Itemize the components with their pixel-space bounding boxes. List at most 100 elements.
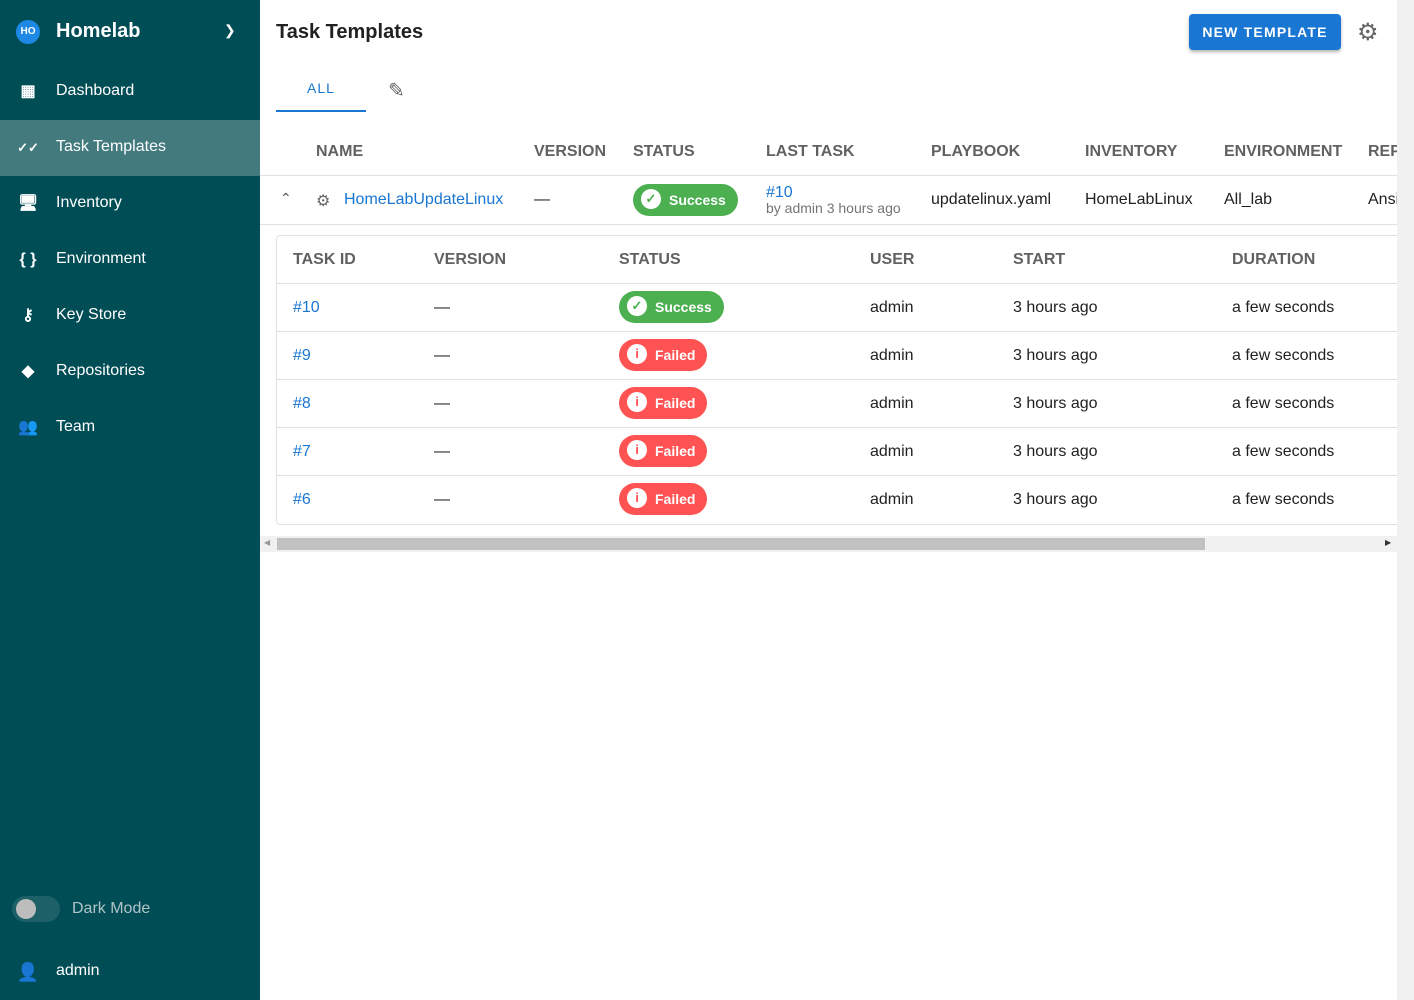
status-badge: i Failed — [619, 483, 708, 515]
info-icon: i — [627, 392, 647, 413]
info-icon: i — [627, 440, 647, 461]
task-duration: a few seconds — [1232, 491, 1335, 508]
task-version: — — [434, 395, 450, 412]
sidebar-item-label: Dashboard — [56, 82, 135, 99]
task-column-header[interactable]: TASK ID — [293, 251, 356, 269]
dashboard-icon: ▦ — [20, 83, 36, 100]
tab-all[interactable]: ALL — [276, 66, 366, 112]
scrollbar-thumb[interactable] — [277, 538, 1205, 550]
divider — [277, 427, 1397, 428]
template-name-link[interactable]: HomeLabUpdateLinux — [344, 191, 503, 209]
task-id-link[interactable]: #7 — [293, 443, 311, 461]
scroll-left-icon[interactable]: ◀ — [264, 538, 270, 547]
git-icon: ◆ — [21, 363, 35, 380]
sidebar-item-label: Task Templates — [56, 138, 166, 155]
task-user: admin — [870, 443, 914, 460]
divider — [260, 224, 1397, 225]
user-name: admin — [56, 962, 100, 979]
task-duration: a few seconds — [1232, 347, 1335, 364]
divider — [277, 379, 1397, 380]
user-menu[interactable]: 👤 admin — [0, 944, 260, 1000]
status-text: Failed — [655, 347, 696, 363]
task-id-link[interactable]: #10 — [293, 299, 320, 317]
sidebar-item-repositories[interactable]: ◆ Repositories — [0, 344, 260, 400]
task-column-header[interactable]: STATUS — [619, 251, 681, 269]
new-template-button[interactable]: NEW TEMPLATE — [1189, 14, 1341, 50]
task-version: — — [434, 347, 450, 364]
status-badge: i Failed — [619, 339, 708, 371]
task-id-link[interactable]: #6 — [293, 491, 311, 509]
status-text: Failed — [655, 491, 696, 507]
task-column-header[interactable]: START — [1013, 251, 1065, 269]
info-icon: i — [627, 344, 647, 365]
inventory: HomeLabLinux — [1085, 191, 1193, 208]
column-header[interactable]: VERSION — [534, 143, 606, 161]
sidebar-item-label: Environment — [56, 250, 146, 267]
gear-icon[interactable]: ⚙ — [1357, 18, 1379, 47]
sidebar: HO Homelab ❯ ▦ Dashboard ✓✓ Task Templat… — [0, 0, 260, 1000]
task-column-header[interactable]: DURATION — [1232, 251, 1315, 269]
task-column-header[interactable]: USER — [870, 251, 914, 269]
sidebar-item-environment[interactable]: { } Environment — [0, 232, 260, 288]
column-header[interactable]: ENVIRONMENT — [1224, 143, 1342, 161]
sidebar-item-team[interactable]: 👥 Team — [0, 400, 260, 456]
column-header[interactable]: INVENTORY — [1085, 143, 1177, 161]
status-text: Success — [655, 299, 712, 315]
task-version: — — [434, 491, 450, 508]
key-icon: ⚷ — [22, 307, 34, 324]
column-header[interactable]: NAME — [316, 143, 363, 161]
sidebar-item-label: Key Store — [56, 306, 127, 323]
column-header[interactable]: REP — [1368, 143, 1397, 161]
task-id-link[interactable]: #8 — [293, 395, 311, 413]
sidebar-item-key-store[interactable]: ⚷ Key Store — [0, 288, 260, 344]
sidebar-item-task-templates[interactable]: ✓✓ Task Templates — [0, 120, 260, 176]
task-duration: a few seconds — [1232, 443, 1335, 460]
task-start: 3 hours ago — [1013, 395, 1098, 412]
dark-mode-toggle[interactable] — [12, 896, 60, 922]
task-column-header[interactable]: VERSION — [434, 251, 506, 269]
task-version: — — [434, 443, 450, 460]
column-header[interactable]: PLAYBOOK — [931, 143, 1020, 161]
chevron-down-icon: ❯ — [224, 22, 236, 38]
pencil-icon[interactable]: ✎ — [388, 78, 405, 103]
playbook: updatelinux.yaml — [931, 191, 1052, 208]
task-duration: a few seconds — [1232, 299, 1335, 316]
environment: All_lab — [1224, 191, 1273, 208]
team-icon: 👥 — [18, 419, 38, 436]
project-name: Homelab — [56, 20, 141, 42]
task-user: admin — [870, 491, 914, 508]
divider — [277, 331, 1397, 332]
template-version: — — [534, 191, 550, 208]
horizontal-scrollbar[interactable]: ◀ ▶ — [260, 536, 1397, 552]
status-badge: ✓ Success — [619, 291, 724, 323]
task-user: admin — [870, 395, 914, 412]
dark-mode-label: Dark Mode — [72, 900, 151, 917]
project-switcher[interactable]: HO Homelab ❯ — [0, 0, 260, 64]
task-start: 3 hours ago — [1013, 491, 1098, 508]
status-badge: i Failed — [619, 387, 708, 419]
main-content: Task Templates NEW TEMPLATE ⚙ ALL ✎ NAME… — [260, 0, 1397, 1000]
sidebar-item-label: Repositories — [56, 362, 145, 379]
divider — [277, 475, 1397, 476]
divider — [277, 283, 1397, 284]
last-task-meta: by admin 3 hours ago — [766, 200, 901, 216]
status-text: Failed — [655, 443, 696, 459]
scroll-right-icon[interactable]: ▶ — [1385, 538, 1391, 547]
task-start: 3 hours ago — [1013, 443, 1098, 460]
column-header[interactable]: LAST TASK — [766, 143, 855, 161]
sidebar-item-dashboard[interactable]: ▦ Dashboard — [0, 64, 260, 120]
status-text: Failed — [655, 395, 696, 411]
task-version: — — [434, 299, 450, 316]
task-id-link[interactable]: #9 — [293, 347, 311, 365]
sidebar-item-inventory[interactable]: 🖥 Inventory — [0, 176, 260, 232]
double-check-icon: ✓✓ — [17, 140, 39, 155]
user-icon: 👤 — [16, 962, 40, 982]
project-avatar: HO — [16, 20, 40, 44]
status-badge: ✓ Success — [633, 184, 738, 216]
info-icon: i — [627, 488, 647, 509]
page-title: Task Templates — [276, 21, 424, 43]
vertical-scrollbar[interactable] — [1397, 0, 1414, 1000]
chevron-up-icon[interactable]: ⌃ — [280, 190, 292, 207]
task-user: admin — [870, 347, 914, 364]
column-header[interactable]: STATUS — [633, 143, 695, 161]
